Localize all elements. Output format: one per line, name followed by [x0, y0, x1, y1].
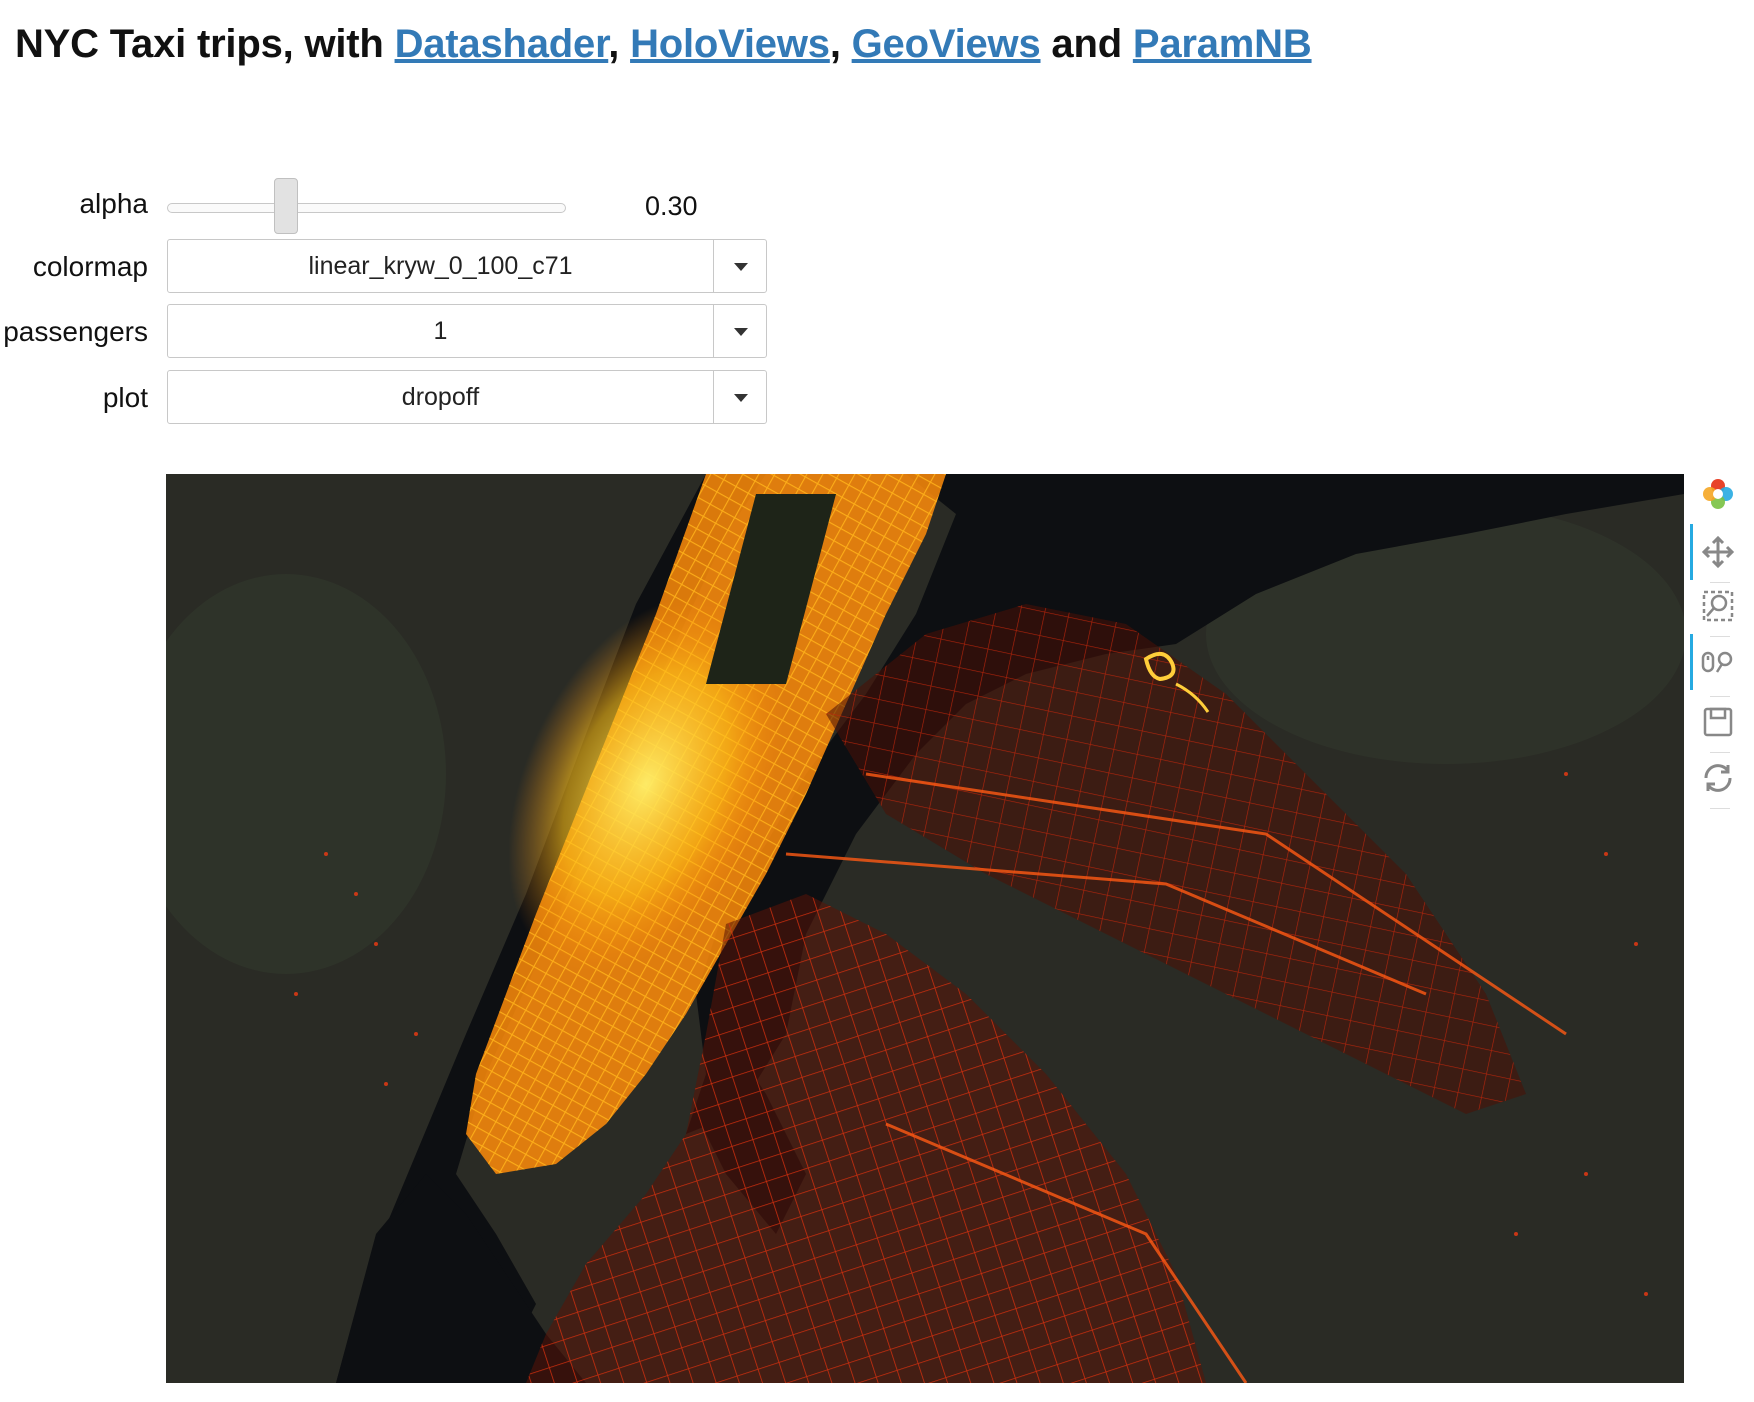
plot-toolbar — [1688, 474, 1748, 834]
title-separator: , — [829, 22, 852, 66]
save-icon[interactable] — [1698, 702, 1738, 742]
datashader-link[interactable]: Datashader — [395, 22, 609, 66]
chevron-down-icon[interactable] — [713, 240, 766, 292]
title-prefix: NYC Taxi trips, with — [15, 22, 395, 66]
passengers-row: passengers 1 — [0, 304, 770, 360]
reset-icon[interactable] — [1698, 758, 1738, 798]
alpha-label: alpha — [79, 188, 148, 219]
pan-icon[interactable] — [1690, 524, 1738, 580]
plot-select[interactable]: dropoff — [167, 370, 767, 424]
map-canvas[interactable] — [166, 474, 1684, 1383]
title-separator: and — [1040, 22, 1133, 66]
taxi-map-plot[interactable] — [166, 474, 1684, 1383]
chevron-down-icon[interactable] — [713, 371, 766, 423]
plot-label: plot — [102, 382, 148, 413]
alpha-slider-track[interactable] — [167, 203, 566, 213]
paramnb-link[interactable]: ParamNB — [1133, 22, 1312, 66]
colormap-label: colormap — [32, 251, 148, 282]
geoviews-link[interactable]: GeoViews — [852, 22, 1041, 66]
passengers-select[interactable]: 1 — [167, 304, 767, 358]
colormap-selected-value: linear_kryw_0_100_c71 — [308, 252, 573, 280]
colormap-row: colormap linear_kryw_0_100_c71 — [0, 239, 770, 295]
passengers-label: passengers — [3, 316, 148, 347]
alpha-value: 0.30 — [645, 191, 698, 221]
colormap-select[interactable]: linear_kryw_0_100_c71 — [167, 239, 767, 293]
chevron-down-icon[interactable] — [713, 305, 766, 357]
box-zoom-icon[interactable] — [1698, 586, 1738, 626]
plot-selected-value: dropoff — [401, 383, 480, 411]
wheel-zoom-icon[interactable] — [1690, 634, 1738, 690]
title-separator: , — [608, 22, 631, 66]
page-title: NYC Taxi trips, with Datashader, HoloVie… — [15, 22, 1312, 67]
passengers-selected-value: 1 — [433, 317, 448, 345]
holoviews-link[interactable]: HoloViews — [630, 22, 830, 66]
alpha-slider-handle[interactable] — [274, 178, 299, 234]
bokeh-logo-icon[interactable] — [1698, 474, 1738, 514]
plot-row: plot dropoff — [0, 370, 770, 426]
